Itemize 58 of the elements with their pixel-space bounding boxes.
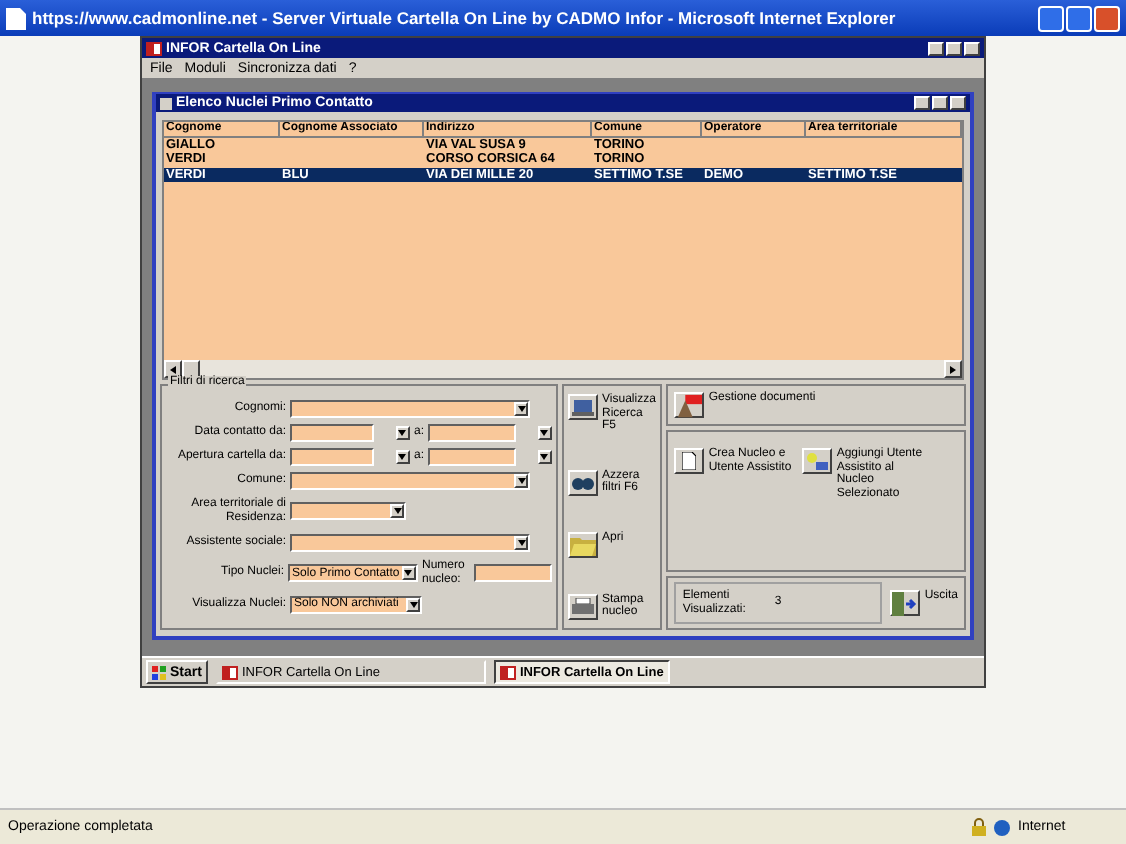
dropdown-button[interactable] <box>390 504 404 518</box>
monitor-icon[interactable] <box>568 394 598 420</box>
left-arrow-icon <box>170 365 176 373</box>
caret-icon <box>540 429 549 435</box>
printer-icon[interactable] <box>568 593 598 620</box>
app-icon <box>146 41 162 55</box>
caret-icon <box>540 453 549 459</box>
maximize-button[interactable] <box>932 96 948 110</box>
caret-icon <box>517 477 525 483</box>
minimize-button[interactable] <box>928 41 944 55</box>
dropdown-button[interactable] <box>514 473 528 487</box>
combo-field[interactable] <box>290 502 406 520</box>
scroll-right-button[interactable] <box>944 360 962 378</box>
page-icon <box>6 7 26 29</box>
exit-door-icon[interactable] <box>890 590 921 616</box>
minimize-button[interactable] <box>914 96 930 110</box>
dropdown-button[interactable] <box>401 566 416 580</box>
window-title: https://www.cadmonline.net - Server Virtuale Cartella On Line by CADMO Infor - Microsoft Internet Explorer <box>32 8 896 28</box>
app-icon <box>221 665 238 679</box>
windows-logo-icon <box>152 665 166 679</box>
date-field[interactable] <box>428 423 516 441</box>
scroll-left-button[interactable] <box>164 360 182 378</box>
minimize-button[interactable] <box>1038 5 1064 31</box>
padlock-icon <box>972 818 986 836</box>
maximize-button[interactable] <box>946 41 962 55</box>
right-arrow-icon <box>950 365 956 373</box>
page-icon[interactable] <box>674 448 705 474</box>
caret-icon <box>409 601 417 607</box>
dropdown-button[interactable] <box>395 425 410 439</box>
caret-icon <box>393 508 401 514</box>
number-field[interactable] <box>473 564 552 582</box>
maximize-button[interactable] <box>1066 5 1092 31</box>
horizontal-scrollbar[interactable] <box>164 360 962 378</box>
app-icon <box>499 665 516 679</box>
dropdown-button[interactable] <box>514 401 528 415</box>
combo-field[interactable] <box>290 533 530 551</box>
globe-icon <box>994 819 1010 835</box>
caret-icon <box>398 429 407 435</box>
combo-field[interactable] <box>290 399 530 417</box>
close-button[interactable] <box>950 96 966 110</box>
scroll-thumb[interactable] <box>182 360 200 378</box>
dropdown-button[interactable] <box>406 597 420 611</box>
folder-icon[interactable] <box>568 531 598 558</box>
date-field[interactable] <box>428 447 516 465</box>
close-button[interactable] <box>1094 5 1120 31</box>
date-field[interactable] <box>290 447 374 465</box>
dropdown-button[interactable] <box>537 449 552 463</box>
dropdown-button[interactable] <box>537 425 552 439</box>
dropdown-button[interactable] <box>514 535 528 549</box>
close-button[interactable] <box>964 41 980 55</box>
caret-icon <box>398 453 407 459</box>
caret-icon <box>517 405 525 411</box>
combo-field[interactable] <box>290 471 530 489</box>
date-field[interactable] <box>290 423 374 441</box>
caret-icon <box>517 539 525 545</box>
binoculars-icon[interactable] <box>568 469 598 496</box>
caret-icon <box>404 570 413 576</box>
dropdown-button[interactable] <box>395 449 410 463</box>
